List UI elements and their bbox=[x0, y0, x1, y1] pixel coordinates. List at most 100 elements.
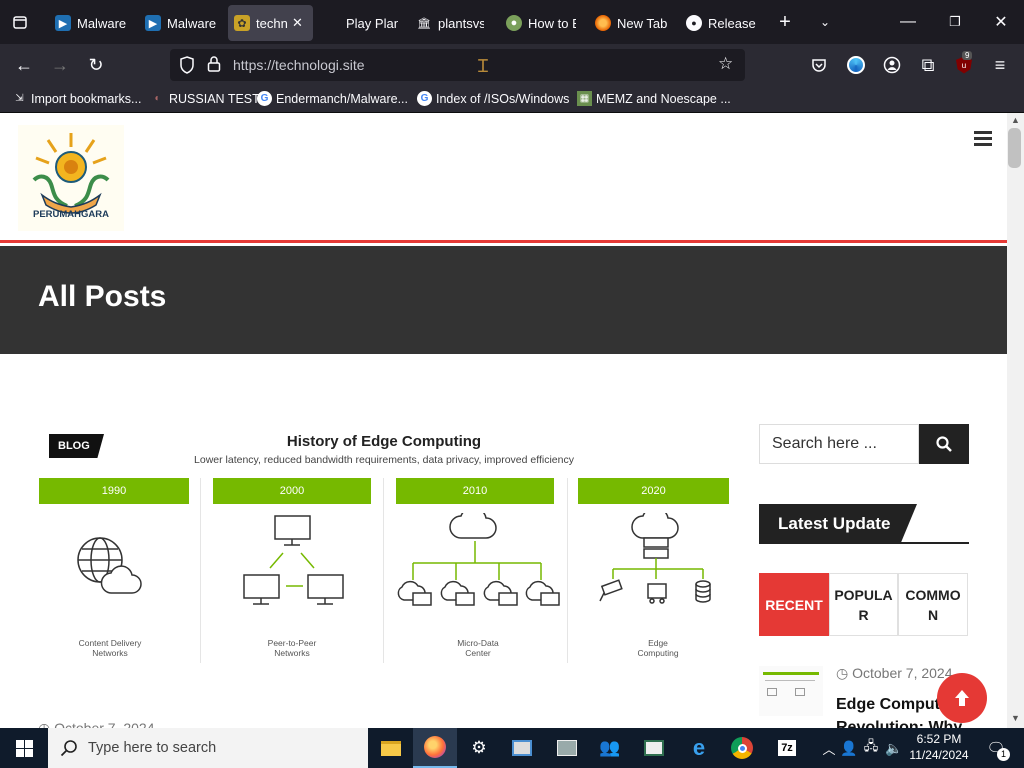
scroll-down-icon[interactable]: ▼ bbox=[1011, 713, 1020, 723]
url-text[interactable]: https://technologi.site bbox=[233, 57, 365, 73]
notification-center-icon[interactable]: 🗨 1 bbox=[980, 732, 1012, 764]
cloud-monitor-icon bbox=[440, 580, 475, 606]
tab-strip: ▶ Malware ▶ Malware ✿ techno ✕ Play Plan… bbox=[0, 0, 1024, 44]
tab-label: techno bbox=[256, 15, 288, 31]
extension-circle-icon[interactable] bbox=[842, 51, 870, 79]
search-button[interactable] bbox=[919, 424, 969, 464]
restore-icon[interactable]: ❐ bbox=[940, 8, 970, 36]
bookmark-star-icon[interactable]: ☆ bbox=[718, 54, 733, 74]
google-icon: G bbox=[417, 91, 432, 106]
bookmark-index-isos[interactable]: G Index of /ISOs/Windows bbox=[417, 91, 569, 106]
bookmark-import[interactable]: ⇲ Import bookmarks... bbox=[12, 91, 141, 106]
tab-plantsvs[interactable]: 🏛 plantsvs bbox=[416, 5, 484, 41]
site-logo[interactable]: PERUMAHGARA bbox=[18, 125, 124, 231]
extensions-puzzle-icon[interactable]: ⧉ bbox=[914, 51, 942, 79]
cursor-icon: Ɪ bbox=[478, 56, 489, 76]
globe-icon: ● bbox=[506, 15, 522, 31]
cloud-monitor-icon bbox=[397, 580, 432, 606]
tab-recent[interactable]: RECENT bbox=[759, 573, 829, 636]
shield-icon[interactable] bbox=[179, 56, 195, 79]
image-icon: ▦ bbox=[577, 91, 592, 106]
reload-icon[interactable]: ↻ bbox=[82, 51, 110, 79]
hamburger-menu-icon[interactable] bbox=[974, 131, 992, 147]
ublock-icon[interactable]: u 9 bbox=[950, 51, 978, 79]
windows-start-icon[interactable] bbox=[8, 732, 40, 764]
era-caption: Peer-to-Peer Networks bbox=[267, 638, 317, 658]
tab-play-plan[interactable]: Play Plan bbox=[346, 5, 398, 41]
tab-technologi[interactable]: ✿ techno ✕ bbox=[228, 5, 313, 41]
tab-how-to[interactable]: ● How to E bbox=[506, 5, 576, 41]
tab-malware-2[interactable]: ▶ Malware bbox=[145, 5, 217, 41]
post-thumbnail[interactable] bbox=[759, 666, 823, 716]
monitor-icon bbox=[243, 574, 280, 605]
tab-common[interactable]: COMMO N bbox=[898, 573, 968, 636]
system-clock[interactable]: 6:52 PM 11/24/2024 bbox=[904, 731, 974, 763]
hamburger-menu-icon[interactable]: ≡ bbox=[986, 51, 1014, 79]
robot-icon bbox=[647, 583, 667, 604]
era-label: 1990 bbox=[39, 478, 189, 504]
account-icon[interactable] bbox=[878, 51, 906, 79]
close-window-icon[interactable]: ✕ bbox=[986, 8, 1016, 36]
badge-count: 9 bbox=[962, 51, 973, 60]
recent-post-title-line2[interactable]: Revolution: Why bbox=[836, 719, 962, 728]
network-app-icon[interactable] bbox=[551, 732, 583, 764]
monitor-icon bbox=[307, 574, 344, 605]
era-label: 2000 bbox=[213, 478, 371, 504]
tab-releases[interactable]: ● Releases bbox=[686, 5, 756, 41]
taskbar-search-box[interactable]: Type here to search bbox=[48, 728, 368, 768]
tab-label: How to E bbox=[528, 15, 576, 31]
page-hero: All Posts bbox=[0, 246, 1007, 354]
github-icon: ● bbox=[686, 15, 702, 31]
pocket-icon[interactable] bbox=[805, 51, 833, 79]
era-label: 2020 bbox=[578, 478, 729, 504]
clock-icon: ◷ bbox=[836, 665, 849, 681]
page-scrollbar[interactable]: ▲ ▼ bbox=[1007, 113, 1024, 728]
search-input[interactable]: Search here ... bbox=[759, 424, 919, 464]
chevron-down-icon[interactable]: ⌄ bbox=[810, 8, 840, 36]
recent-post-date-text: October 7, 2024 bbox=[852, 665, 953, 681]
bookmark-memz[interactable]: ▦ MEMZ and Noescape ... bbox=[577, 91, 731, 106]
windows-taskbar: Type here to search ⚙ 👥 e 7z ︿ 👤 🖧 🔈 6:5… bbox=[0, 728, 1024, 768]
cloud-monitor-icon bbox=[525, 580, 560, 606]
clock-date: 11/24/2024 bbox=[909, 748, 969, 762]
latest-update-label: Latest Update bbox=[759, 504, 917, 542]
lock-icon[interactable] bbox=[207, 55, 221, 78]
new-tab-plus-icon[interactable]: + bbox=[770, 8, 800, 36]
cloud-monitor-icon bbox=[483, 580, 518, 606]
recent-post-date: ◷ October 7, 2024 bbox=[836, 665, 953, 682]
internet-explorer-icon[interactable]: e bbox=[683, 732, 715, 764]
file-explorer-icon[interactable] bbox=[375, 732, 407, 764]
back-arrow-icon[interactable]: ← bbox=[10, 51, 38, 79]
tab-label: New Tab bbox=[617, 15, 667, 31]
logo-text: PERUMAHGARA bbox=[33, 209, 109, 220]
minimize-icon[interactable]: — bbox=[893, 8, 923, 36]
cloud-icon bbox=[449, 513, 497, 539]
users-icon[interactable]: 👥 bbox=[594, 732, 626, 764]
app-window-icon[interactable] bbox=[506, 732, 538, 764]
infographic-title: History of Edge Computing bbox=[286, 433, 482, 450]
app-window-2-icon[interactable] bbox=[638, 732, 670, 764]
chrome-icon[interactable] bbox=[726, 732, 758, 764]
cloud-icon bbox=[631, 513, 679, 539]
tab-popular[interactable]: POPULA R bbox=[829, 573, 898, 636]
firefox-taskbar-icon[interactable] bbox=[413, 728, 457, 768]
infographic-subtitle: Lower latency, reduced bandwidth require… bbox=[194, 454, 574, 466]
url-bar[interactable]: https://technologi.site Ɪ ☆ bbox=[170, 49, 745, 81]
tab-list-icon[interactable] bbox=[5, 8, 35, 36]
settings-gear-icon[interactable]: ⚙ bbox=[463, 732, 495, 764]
bookmark-endermanch[interactable]: G Endermanch/Malware... bbox=[257, 91, 408, 106]
tab-malware-1[interactable]: ▶ Malware bbox=[55, 5, 127, 41]
close-tab-icon[interactable]: ✕ bbox=[292, 15, 303, 31]
scroll-to-top-button[interactable] bbox=[937, 673, 987, 723]
scrollbar-thumb[interactable] bbox=[1008, 128, 1021, 168]
tab-label: plantsvs bbox=[438, 15, 484, 31]
7zip-icon[interactable]: 7z bbox=[771, 732, 803, 764]
bookmark-russian-test[interactable]: ◐ RUSSIAN TEST bbox=[150, 91, 259, 106]
forward-arrow-icon[interactable]: → bbox=[46, 51, 74, 79]
recent-post-title[interactable]: Edge Computi bbox=[836, 696, 944, 714]
tab-new-tab[interactable]: New Tab bbox=[595, 5, 667, 41]
post-featured-image[interactable]: BLOG History of Edge Computing Lower lat… bbox=[38, 428, 730, 668]
scroll-up-icon[interactable]: ▲ bbox=[1011, 115, 1020, 125]
search-icon bbox=[60, 739, 78, 761]
bookmark-label: Index of /ISOs/Windows bbox=[436, 91, 570, 106]
